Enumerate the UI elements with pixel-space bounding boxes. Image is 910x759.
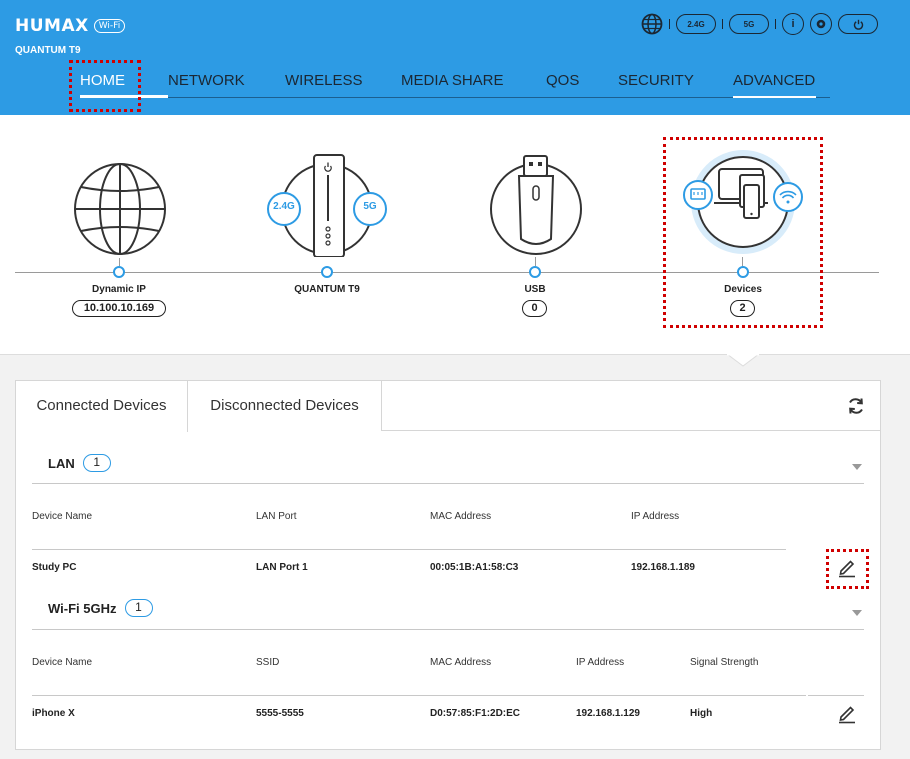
mac-address-cell: 00:05:1B:A1:58:C3 — [430, 562, 519, 573]
highlight-box-home — [69, 60, 141, 112]
ip-address-cell: 192.168.1.129 — [576, 708, 640, 719]
wifi-badge: Wi-Fi — [93, 19, 126, 33]
divider — [32, 483, 864, 484]
nav-network[interactable]: NETWORK — [168, 72, 285, 98]
panel-pointer-notch — [727, 354, 759, 367]
model-name: QUANTUM T9 — [15, 45, 81, 56]
lan-port-cell: LAN Port 1 — [256, 562, 308, 573]
col-mac-address: MAC Address — [430, 511, 492, 522]
router-label: QUANTUM T9 — [294, 284, 360, 295]
chevron-down-icon[interactable] — [852, 610, 862, 616]
tab-disconnected-devices[interactable]: Disconnected Devices — [188, 381, 382, 431]
signal-strength-cell: High — [690, 708, 713, 719]
divider — [32, 549, 786, 550]
divider — [32, 629, 864, 630]
usb-icon[interactable] — [488, 153, 584, 257]
main-nav: HOME NETWORK WIRELESS MEDIA SHARE QOS SE… — [80, 72, 830, 98]
col-ssid: SSID — [256, 657, 280, 668]
wifi-section-title[interactable]: Wi-Fi 5GHz 1 — [48, 599, 153, 617]
wifi-count-badge: 1 — [124, 599, 153, 617]
devices-panel: Connected Devices Disconnected Devices L… — [15, 380, 881, 750]
col-lan-port: LAN Port — [256, 511, 297, 522]
col-ip-address: IP Address — [631, 511, 680, 522]
band-24g-button[interactable]: 2.4G — [676, 14, 716, 34]
network-diagram: Dynamic IP 10.100.10.169 2.4G 5G QUANTUM… — [0, 115, 910, 367]
refresh-icon[interactable] — [846, 396, 866, 416]
internet-connector-dot — [113, 266, 125, 278]
col-mac-address: MAC Address — [430, 657, 492, 668]
divider — [669, 19, 670, 29]
nav-media-share[interactable]: MEDIA SHARE — [401, 72, 546, 98]
internet-globe-icon[interactable] — [72, 161, 168, 257]
col-signal-strength: Signal Strength — [690, 657, 759, 668]
device-tabs: Connected Devices Disconnected Devices — [16, 381, 880, 432]
lan-section-title[interactable]: LAN 1 — [48, 454, 111, 472]
ip-address-cell: 192.168.1.189 — [631, 562, 695, 573]
top-header: HUMAX Wi-Fi QUANTUM T9 2.4G 5G i HOME NE… — [0, 0, 910, 115]
gear-icon[interactable] — [810, 13, 832, 35]
info-icon[interactable]: i — [782, 13, 804, 35]
usb-label: USB — [524, 284, 546, 295]
usb-connector-dot — [529, 266, 541, 278]
brand-name: HUMAX — [15, 16, 89, 36]
tab-connected-devices[interactable]: Connected Devices — [16, 381, 188, 432]
stem — [119, 258, 120, 266]
globe-icon[interactable] — [641, 13, 663, 35]
ssid-cell: 5555-5555 — [256, 708, 304, 719]
nav-security[interactable]: SECURITY — [618, 72, 733, 98]
band-5g-label: 5G — [363, 201, 377, 212]
device-name-cell: Study PC — [32, 562, 77, 573]
power-icon — [853, 19, 863, 30]
divider — [775, 19, 776, 29]
router-connector-dot — [321, 266, 333, 278]
lan-count-badge: 1 — [82, 454, 111, 472]
top-icon-bar: 2.4G 5G i — [641, 13, 878, 35]
highlight-box-edit — [826, 549, 869, 589]
nav-wireless[interactable]: WIRELESS — [285, 72, 401, 98]
band-24g-label: 2.4G — [273, 201, 295, 212]
col-device-name: Device Name — [32, 657, 93, 668]
highlight-box-devices — [663, 137, 823, 328]
humax-logo: HUMAX Wi-Fi — [15, 16, 126, 36]
divider — [722, 19, 723, 29]
ip-value-pill: 10.100.10.169 — [72, 300, 166, 317]
stem — [535, 257, 536, 266]
lan-title: LAN — [48, 455, 75, 471]
nav-qos[interactable]: QOS — [546, 72, 618, 98]
band-5g-button[interactable]: 5G — [729, 14, 769, 34]
chevron-down-icon[interactable] — [852, 464, 862, 470]
internet-label: Dynamic IP — [92, 284, 146, 295]
device-name-cell: iPhone X — [32, 708, 75, 719]
divider — [808, 695, 864, 696]
col-ip-address: IP Address — [576, 657, 625, 668]
usb-count-pill: 0 — [522, 300, 547, 317]
wifi-title: Wi-Fi 5GHz — [48, 600, 117, 616]
mac-address-cell: D0:57:85:F1:2D:EC — [430, 708, 521, 719]
col-device-name: Device Name — [32, 511, 93, 522]
edit-icon[interactable] — [836, 702, 858, 724]
nav-advanced[interactable]: ADVANCED — [733, 72, 816, 98]
power-button[interactable] — [838, 14, 878, 34]
divider — [32, 695, 806, 696]
